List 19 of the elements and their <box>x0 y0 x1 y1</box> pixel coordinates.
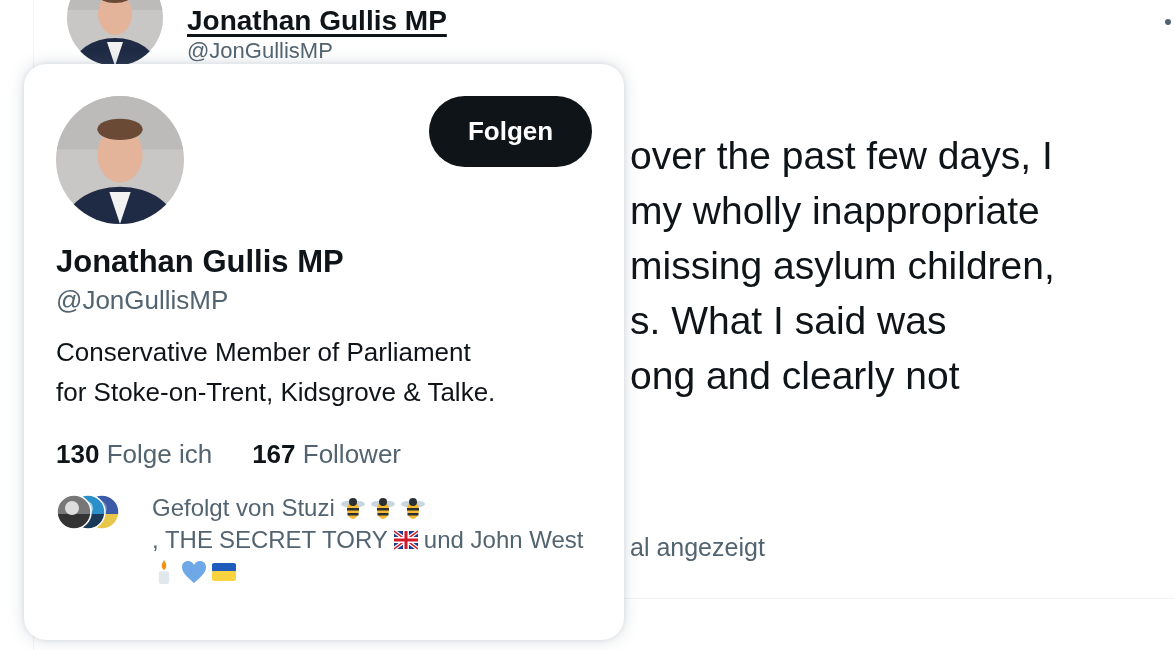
profile-handle: @JonGullisMP <box>56 284 229 317</box>
stat-link[interactable]: 130 Folge ich <box>56 436 213 472</box>
translation-note: al angezeigt <box>630 533 765 562</box>
stat-link[interactable]: 167 Follower <box>252 436 401 472</box>
profile-name: Jonathan Gullis MP <box>56 243 344 281</box>
tweet-text-line: ong and clearly not <box>630 353 960 399</box>
bio-text: Conservative Member of Parliament <box>56 336 471 369</box>
followed-by-text: und John West <box>423 526 584 553</box>
followed-by-text: SECRET TORY <box>218 526 388 553</box>
tweet-text-line: s. What I said was <box>630 298 947 344</box>
bio-text: for Stoke-on-Trent, Kidsgrove & Talke. <box>56 376 496 409</box>
follow-button[interactable]: Folgen <box>429 96 592 167</box>
tweet-text-line: missing asylum children, <box>630 243 1055 289</box>
author-handle: @JonGullisMP <box>187 38 333 64</box>
author-name-link[interactable]: Jonathan Gullis MP <box>187 4 447 38</box>
tweet-text-line: over the past few days, I <box>630 133 1053 179</box>
tweet-text-line: my wholly inappropriate <box>630 188 1040 234</box>
followed-by-text: Gefolgt von Stuzi <box>152 494 335 521</box>
followed-by-text: , THE <box>152 526 213 553</box>
